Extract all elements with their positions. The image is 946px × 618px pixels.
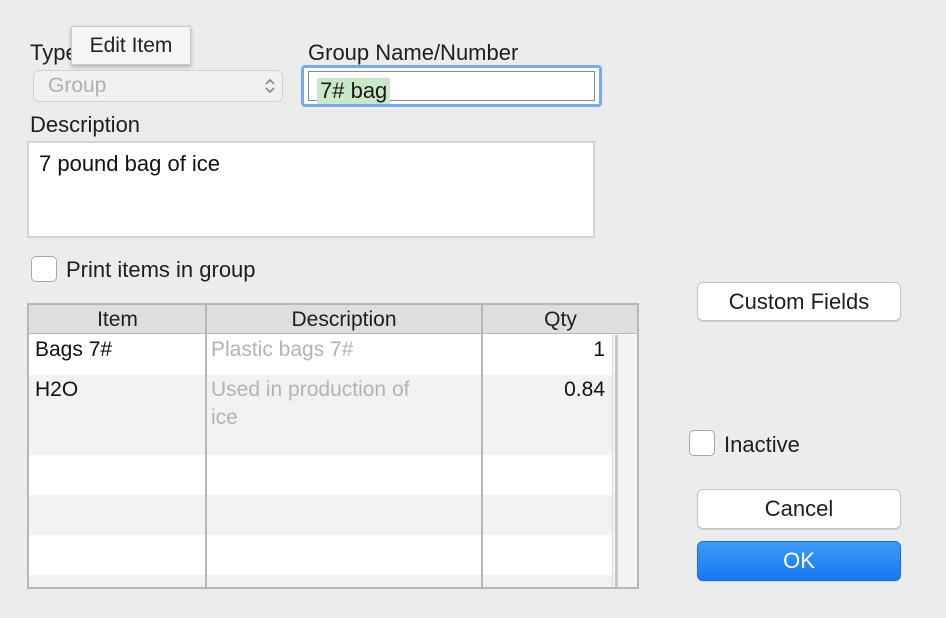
scrollbar-thumb[interactable] bbox=[615, 335, 618, 587]
type-select-value: Group bbox=[48, 74, 107, 97]
column-header-qty[interactable]: Qty bbox=[482, 305, 637, 334]
table-row[interactable]: Bags 7# Plastic bags 7# 1 bbox=[29, 335, 615, 375]
group-name-label: Group Name/Number bbox=[308, 40, 519, 65]
print-items-checkbox[interactable] bbox=[31, 256, 57, 282]
column-divider bbox=[205, 305, 207, 587]
table-row[interactable]: H2O Used in production of ice 0.84 bbox=[29, 375, 615, 455]
description-label: Description bbox=[30, 112, 141, 137]
ok-button[interactable]: OK bbox=[697, 541, 901, 581]
cancel-button[interactable]: Cancel bbox=[697, 489, 901, 529]
description-value: 7 pound bag of ice bbox=[39, 151, 221, 176]
group-name-input[interactable]: 7# bag bbox=[301, 65, 602, 107]
up-down-chevron-icon bbox=[265, 78, 275, 94]
type-select[interactable]: Group bbox=[33, 70, 283, 102]
group-name-value: 7# bag bbox=[317, 78, 391, 104]
print-items-label: Print items in group bbox=[66, 257, 256, 282]
column-header-item[interactable]: Item bbox=[29, 305, 206, 334]
table-row-empty[interactable] bbox=[29, 575, 615, 587]
column-header-description[interactable]: Description bbox=[206, 305, 482, 334]
cell-item: H2O bbox=[35, 378, 79, 401]
table-row-empty[interactable] bbox=[29, 535, 615, 575]
tooltip: Edit Item bbox=[71, 26, 191, 65]
cell-item: Bags 7# bbox=[35, 338, 113, 361]
table-row-empty[interactable] bbox=[29, 495, 615, 535]
inactive-checkbox[interactable] bbox=[689, 430, 715, 456]
cell-qty: 0.84 bbox=[564, 378, 605, 401]
table-scrollbar[interactable] bbox=[612, 335, 637, 587]
table-row-empty[interactable] bbox=[29, 455, 615, 495]
custom-fields-button[interactable]: Custom Fields bbox=[697, 282, 901, 321]
inactive-label: Inactive bbox=[724, 432, 800, 457]
cell-description: Used in production of ice bbox=[211, 378, 410, 429]
cell-description: Plastic bags 7# bbox=[211, 338, 354, 361]
description-textarea[interactable]: 7 pound bag of ice bbox=[27, 141, 595, 238]
column-divider bbox=[481, 305, 483, 587]
cell-qty: 1 bbox=[593, 338, 605, 361]
items-table: Item Description Qty Bags 7# Plastic bag… bbox=[27, 303, 639, 589]
